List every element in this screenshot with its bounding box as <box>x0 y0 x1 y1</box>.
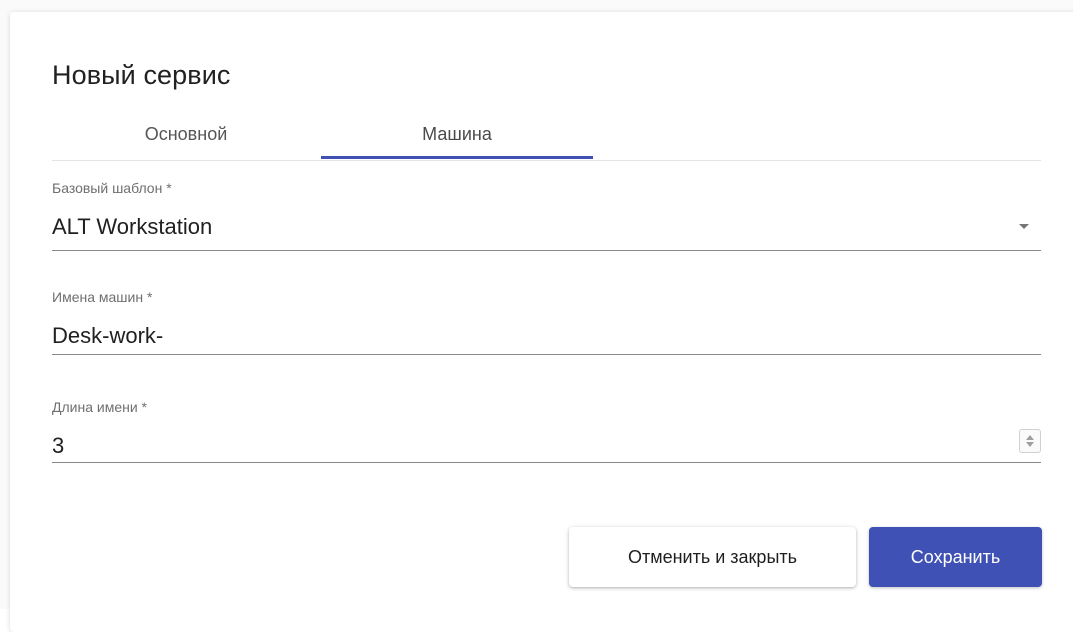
base-template-value[interactable]: ALT Workstation <box>52 214 952 240</box>
active-tab-indicator <box>321 156 593 159</box>
base-template-label: Базовый шаблон * <box>52 180 172 196</box>
name-length-label: Длина имени * <box>52 399 147 415</box>
dialog-title: Новый сервис <box>52 60 231 90</box>
dropdown-arrow-icon[interactable] <box>1019 224 1029 229</box>
tab-machine[interactable]: Машина <box>321 110 593 158</box>
tab-bar: Основной Машина <box>52 110 1041 161</box>
cancel-and-close-button[interactable]: Отменить и закрыть <box>569 527 856 587</box>
save-button[interactable]: Сохранить <box>869 527 1042 587</box>
machine-names-field: Имена машин * <box>52 283 1041 355</box>
name-length-input[interactable] <box>52 433 952 459</box>
tab-main[interactable]: Основной <box>52 110 320 158</box>
base-template-select[interactable]: Базовый шаблон * ALT Workstation <box>52 176 1041 251</box>
spin-up-icon[interactable] <box>1026 435 1034 440</box>
machine-names-input[interactable] <box>52 323 952 349</box>
name-length-field: Длина имени * <box>52 393 1041 463</box>
spin-down-icon[interactable] <box>1026 442 1034 447</box>
machine-names-label: Имена машин * <box>52 289 153 305</box>
number-spinner[interactable] <box>1019 429 1041 453</box>
